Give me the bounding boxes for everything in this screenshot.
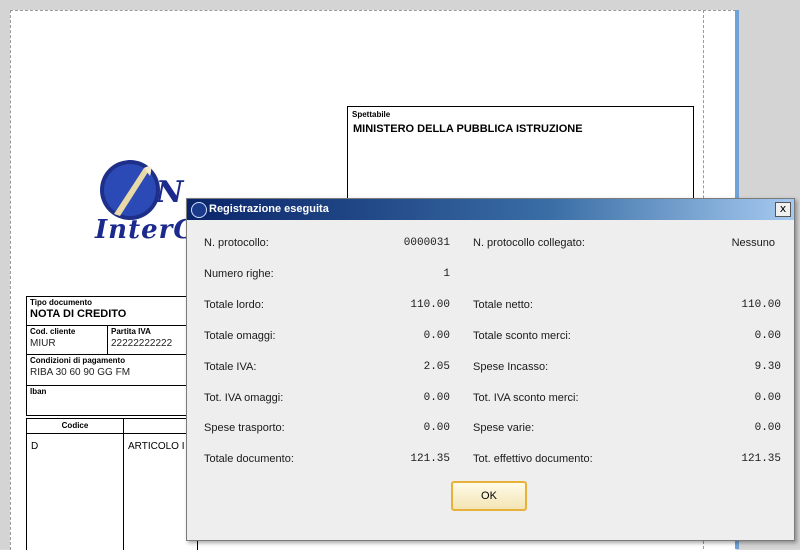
condizioni-row: Condizioni di pagamento RIBA 30 60 90 GG… — [27, 355, 197, 386]
table-header: Codice — [27, 419, 197, 434]
recipient-name: MINISTERO DELLA PUBBLICA ISTRUZIONE — [353, 123, 583, 135]
items-table: Codice D ARTICOLO I — [26, 418, 198, 550]
right-label-5: Tot. IVA sconto merci: — [473, 392, 579, 404]
right-value-2: 110.00 — [741, 299, 781, 311]
codice-header: Codice — [61, 421, 89, 430]
top-gutter — [0, 0, 739, 10]
partita-iva-label: Partita IVA — [111, 327, 151, 336]
iban-label: Iban — [30, 387, 47, 396]
left-label-2: Totale lordo: — [204, 299, 264, 311]
left-label-6: Spese trasporto: — [204, 422, 285, 434]
left-label-1: Numero righe: — [204, 268, 274, 280]
close-button[interactable]: x — [775, 202, 791, 217]
right-value-4: 9.30 — [754, 361, 781, 373]
right-label-4: Spese Incasso: — [473, 361, 549, 373]
right-label-2: Totale netto: — [473, 299, 533, 311]
tipo-documento-value: NOTA DI CREDITO — [30, 308, 127, 320]
left-value-3: 0.00 — [423, 330, 450, 342]
recipient-box: Spettabile MINISTERO DELLA PUBBLICA ISTR… — [347, 106, 694, 202]
svg-text:N: N — [155, 175, 185, 210]
right-label-7: Tot. effettivo documento: — [473, 453, 593, 465]
right-value-3: 0.00 — [754, 330, 781, 342]
left-value-7: 121.35 — [410, 453, 450, 465]
row-code: D — [31, 441, 39, 452]
logo-text: InterG — [95, 215, 197, 245]
right-label-6: Spese varie: — [473, 422, 535, 434]
left-gutter — [0, 0, 10, 549]
left-value-1: 1 — [443, 268, 450, 280]
app-icon — [191, 202, 207, 218]
row-description: ARTICOLO I — [128, 441, 185, 452]
left-value-6: 0.00 — [423, 422, 450, 434]
right-value-5: 0.00 — [754, 392, 781, 404]
condizioni-label: Condizioni di pagamento — [30, 356, 126, 365]
left-value-5: 0.00 — [423, 392, 450, 404]
iban-row: Iban — [27, 386, 197, 414]
cod-cliente-value: MIUR — [30, 338, 56, 349]
dialog-titlebar[interactable]: Registrazione eseguita x — [187, 199, 794, 220]
column-divider — [123, 419, 124, 550]
right-label-0: N. protocollo collegato: — [473, 237, 585, 249]
left-label-4: Totale IVA: — [204, 361, 257, 373]
registration-dialog: Registrazione eseguita x N. protocollo: … — [186, 198, 795, 541]
document-info-box: Tipo documento NOTA DI CREDITO Cod. clie… — [26, 296, 198, 416]
left-value-0: 0000031 — [403, 237, 450, 249]
ok-button[interactable]: OK — [451, 481, 527, 511]
dialog-title: Registrazione eseguita — [209, 203, 329, 215]
tipo-documento-row: Tipo documento NOTA DI CREDITO — [27, 297, 197, 326]
left-label-3: Totale omaggi: — [204, 330, 276, 342]
right-value-0: Nessuno — [731, 237, 775, 249]
tipo-documento-label: Tipo documento — [30, 298, 93, 307]
left-label-7: Totale documento: — [204, 453, 294, 465]
left-value-2: 110.00 — [410, 299, 450, 311]
right-value-6: 0.00 — [754, 422, 781, 434]
left-value-4: 2.05 — [423, 361, 450, 373]
cod-cliente-label: Cod. cliente — [30, 327, 76, 336]
partita-iva-value: 22222222222 — [111, 338, 173, 349]
left-label-5: Tot. IVA omaggi: — [204, 392, 284, 404]
condizioni-value: RIBA 30 60 90 GG FM — [30, 367, 131, 378]
cliente-row: Cod. cliente MIUR Partita IVA 2222222222… — [27, 326, 197, 355]
right-value-7: 121.35 — [741, 453, 781, 465]
recipient-label: Spettabile — [352, 110, 391, 119]
right-label-3: Totale sconto merci: — [473, 330, 571, 342]
left-label-0: N. protocollo: — [204, 237, 269, 249]
